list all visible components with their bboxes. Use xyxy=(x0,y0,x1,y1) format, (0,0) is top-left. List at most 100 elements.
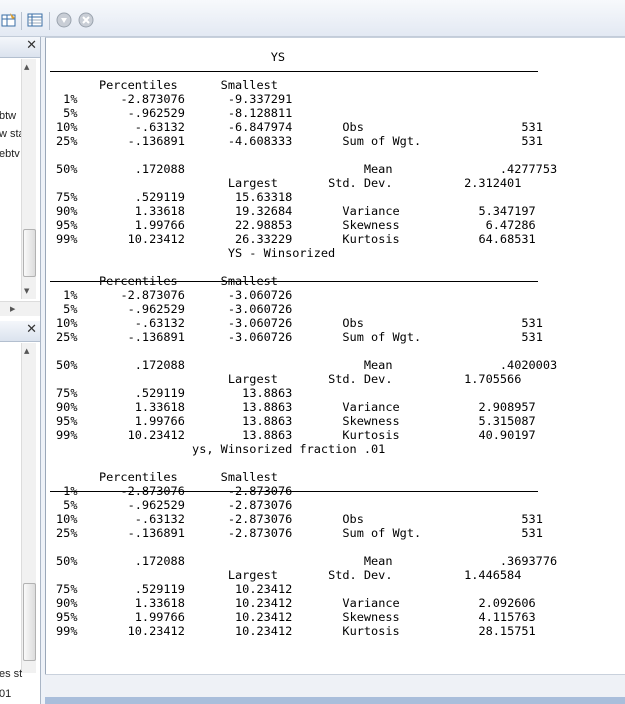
output-value: 13.8863 xyxy=(242,400,293,414)
table-title: ys, Winsorized fraction .01 xyxy=(56,442,385,456)
output-value: 26.33229 xyxy=(235,232,293,246)
output-value: ys, Winsorized fraction .01 xyxy=(192,442,386,456)
output-value: .172088 xyxy=(134,358,185,372)
output-value: 531 xyxy=(521,512,543,526)
output-value: 10.23412 xyxy=(127,428,185,442)
output-value: 10.23412 xyxy=(127,232,185,246)
output-value: Obs xyxy=(342,512,364,526)
output-value: 2.312401 xyxy=(464,176,522,190)
close-icon[interactable]: ✕ xyxy=(26,323,37,337)
output-value: -2.873076 xyxy=(227,526,293,540)
output-value: 1.446584 xyxy=(464,568,522,582)
output-value: -6.847974 xyxy=(227,120,293,134)
scroll-right-icon[interactable]: ▶ xyxy=(10,305,15,313)
review-pane-header: ✕ xyxy=(0,321,40,342)
output-value: Obs xyxy=(342,316,364,330)
table-title: YS - Winsorized xyxy=(56,246,335,260)
output-value: Mean xyxy=(363,554,393,568)
output-value: -.962529 xyxy=(127,498,185,512)
output-value: -2.873076 xyxy=(120,92,185,106)
output-value: 5.347197 xyxy=(478,204,536,218)
output-value: -2.873076 xyxy=(227,512,293,526)
output-value: Variance xyxy=(342,400,400,414)
table-rule-space xyxy=(56,456,63,470)
toolbar-separator xyxy=(49,12,50,30)
output-value: 13.8863 xyxy=(242,428,293,442)
table-divider xyxy=(50,491,538,492)
pane-text-line: ebtv xyxy=(0,148,20,160)
close-icon[interactable]: ✕ xyxy=(26,39,37,53)
output-value: Mean xyxy=(363,358,393,372)
results-hscrollbar[interactable] xyxy=(45,674,625,697)
pane-hscrollbar[interactable]: ▶ xyxy=(0,301,40,316)
output-value: 531 xyxy=(521,526,543,540)
output-value: Obs xyxy=(342,120,364,134)
more-icon[interactable] xyxy=(56,12,72,28)
output-value: 22.98853 xyxy=(235,218,293,232)
output-value: Largest xyxy=(227,372,278,386)
output-value: -.63132 xyxy=(134,316,185,330)
data-browser-icon[interactable] xyxy=(27,12,43,28)
output-value: 28.15751 xyxy=(478,624,536,638)
output-value: Sum of Wgt. xyxy=(342,526,422,540)
data-editor-icon[interactable] xyxy=(1,12,17,28)
output-value: Variance xyxy=(342,596,400,610)
pane-scrollbar[interactable]: ▲ xyxy=(21,343,36,673)
output-value: -3.060726 xyxy=(227,316,293,330)
output-value: Sum of Wgt. xyxy=(342,330,422,344)
output-value: -.63132 xyxy=(134,120,185,134)
scroll-up-icon[interactable]: ▲ xyxy=(24,347,29,355)
break-icon[interactable] xyxy=(78,12,94,28)
output-value: 13.8863 xyxy=(242,386,293,400)
output-value: -.136891 xyxy=(127,526,185,540)
scroll-down-icon[interactable]: ▼ xyxy=(24,287,29,295)
output-value: YS - Winsorized xyxy=(227,246,336,260)
output-value: Mean xyxy=(363,162,393,176)
output-value: YS xyxy=(270,50,286,64)
output-value: 6.47286 xyxy=(485,218,536,232)
output-value: 10.23412 xyxy=(127,624,185,638)
output-value: 15.63318 xyxy=(235,190,293,204)
table-divider xyxy=(50,71,538,72)
table-divider xyxy=(50,281,538,282)
results-output: YS Percentiles Smallest 1% -2.873076 -9.… xyxy=(56,50,558,638)
variables-pane-header: ✕ xyxy=(0,37,40,58)
output-value: .172088 xyxy=(134,554,185,568)
scroll-thumb[interactable] xyxy=(23,583,36,661)
output-value: 19.32684 xyxy=(235,204,293,218)
pane-scrollbar[interactable]: ▲ ▼ xyxy=(21,59,36,299)
output-value: 1.99766 xyxy=(134,610,185,624)
output-value: .4020003 xyxy=(499,358,558,372)
toolbar xyxy=(0,0,625,37)
output-value: Largest xyxy=(227,176,278,190)
scroll-up-icon[interactable]: ▲ xyxy=(24,63,29,71)
output-value: 10.23412 xyxy=(235,624,293,638)
output-value: 4.115763 xyxy=(478,610,536,624)
output-value: 40.90197 xyxy=(478,428,536,442)
output-value: Sum of Wgt. xyxy=(342,134,422,148)
output-value: 1.33618 xyxy=(134,596,185,610)
output-value: 1.705566 xyxy=(464,372,522,386)
output-value: -8.128811 xyxy=(227,106,293,120)
output-value: Skewness xyxy=(342,218,400,232)
output-value: 2.908957 xyxy=(478,400,536,414)
output-value: Kurtosis xyxy=(342,232,400,246)
output-value: -.136891 xyxy=(127,134,185,148)
output-value: 531 xyxy=(521,134,543,148)
output-value: Smallest xyxy=(220,78,278,92)
output-value: Largest xyxy=(227,568,278,582)
output-value: 1.33618 xyxy=(134,204,185,218)
output-value: 531 xyxy=(521,316,543,330)
output-value: -9.337291 xyxy=(227,92,293,106)
output-value: Smallest xyxy=(220,470,278,484)
output-value: Percentiles xyxy=(98,470,178,484)
scroll-thumb[interactable] xyxy=(23,229,36,277)
output-value: 13.8863 xyxy=(242,414,293,428)
output-value: -2.873076 xyxy=(227,498,293,512)
output-value: .172088 xyxy=(134,162,185,176)
output-value: Skewness xyxy=(342,414,400,428)
output-value: Percentiles xyxy=(98,78,178,92)
output-value: 10.23412 xyxy=(235,596,293,610)
output-value: Variance xyxy=(342,204,400,218)
output-value: 531 xyxy=(521,330,543,344)
